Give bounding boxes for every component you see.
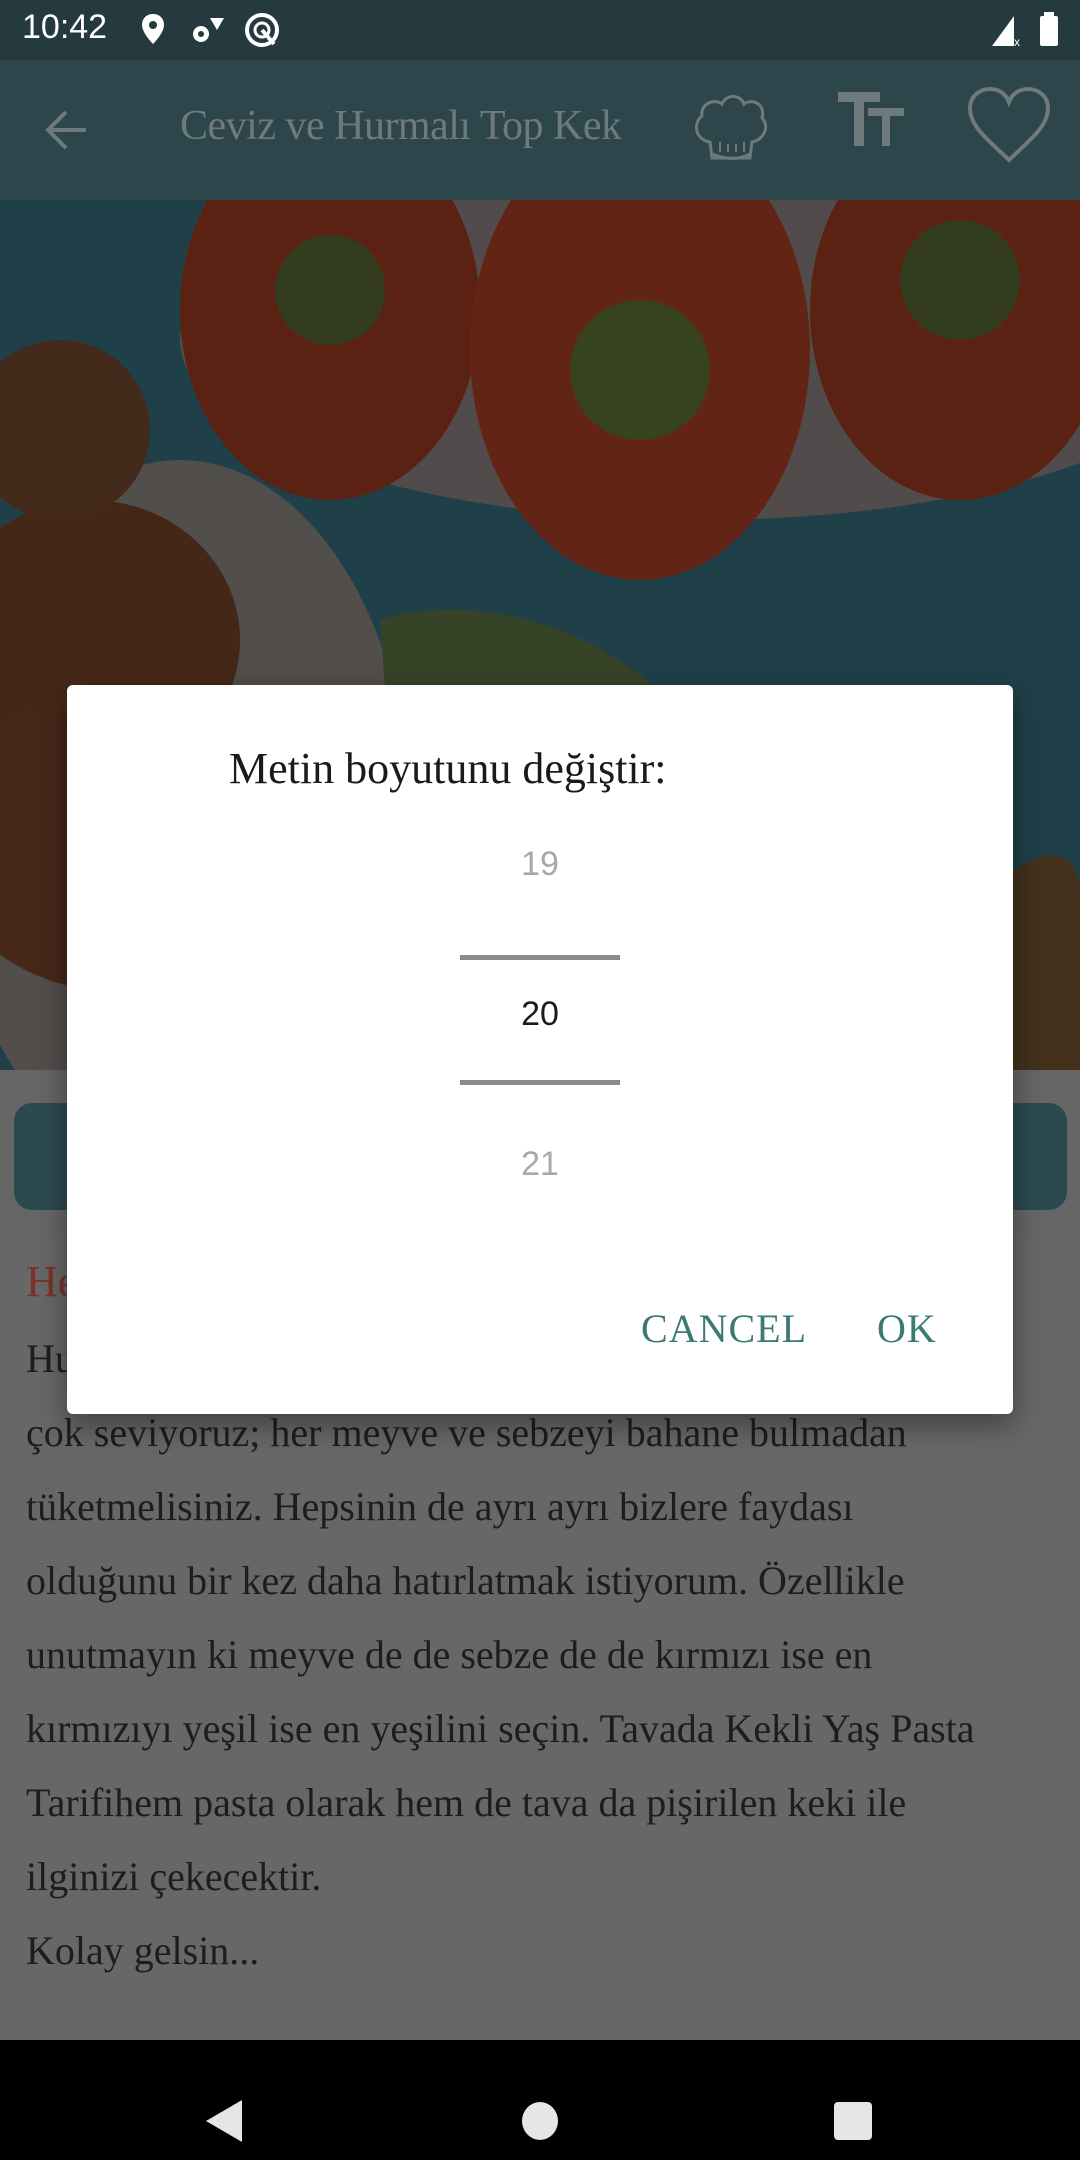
svg-text:x: x [1014, 35, 1020, 48]
settings-sync-icon [193, 18, 224, 42]
text-size-icon[interactable] [836, 88, 906, 148]
picker-selected-value[interactable]: 20 [460, 995, 620, 1034]
vpn-icon [245, 13, 279, 47]
description-text: Hu çok seviyoruz; her meyve ve sebzeyi b… [26, 1322, 1056, 1988]
dialog-title: Metin boyutunu değiştir: [229, 744, 667, 793]
status-time: 10:42 [22, 8, 108, 46]
chef-hat-icon[interactable] [688, 84, 774, 170]
status-bar: 10:42 x [0, 0, 1080, 60]
text-line: Kolay gelsin... [26, 1928, 260, 1973]
nav-recents-icon[interactable] [834, 2102, 872, 2140]
text-line: unutmayın ki meyve de de sebze de de kır… [26, 1632, 873, 1677]
signal-no-data-icon: x [992, 16, 1020, 48]
arrow-left-icon[interactable] [44, 108, 90, 152]
cancel-button[interactable]: CANCEL [641, 1305, 807, 1352]
nav-home-icon[interactable] [522, 2102, 558, 2140]
system-nav-bar [0, 2040, 1080, 2160]
number-picker[interactable]: 19 20 21 [460, 825, 620, 1265]
picker-divider-bottom [460, 1080, 620, 1085]
battery-icon [1040, 12, 1058, 46]
text-size-dialog: Metin boyutunu değiştir: 19 20 21 CANCEL… [67, 685, 1013, 1414]
text-line: tüketmelisiniz. Hepsinin de ayrı ayrı bi… [26, 1484, 854, 1529]
heart-icon[interactable] [966, 86, 1052, 166]
text-line: olduğunu bir kez daha hatırlatmak istiyo… [26, 1558, 905, 1603]
app-bar: Ceviz ve Hurmalı Top Kek [0, 60, 1080, 200]
ok-button[interactable]: OK [877, 1305, 937, 1352]
page-title: Ceviz ve Hurmalı Top Kek [180, 103, 622, 149]
text-line: Tarifihem pasta olarak hem de tava da pi… [26, 1780, 907, 1825]
location-icon [142, 14, 164, 44]
nav-back-icon[interactable] [206, 2100, 242, 2142]
picker-previous-value[interactable]: 19 [460, 845, 620, 884]
picker-divider-top [460, 955, 620, 960]
text-line: kırmızıyı yeşil ise en yeşilini seçin. T… [26, 1706, 975, 1751]
text-line: ilginizi çekecektir. [26, 1854, 322, 1899]
picker-next-value[interactable]: 21 [460, 1145, 620, 1184]
